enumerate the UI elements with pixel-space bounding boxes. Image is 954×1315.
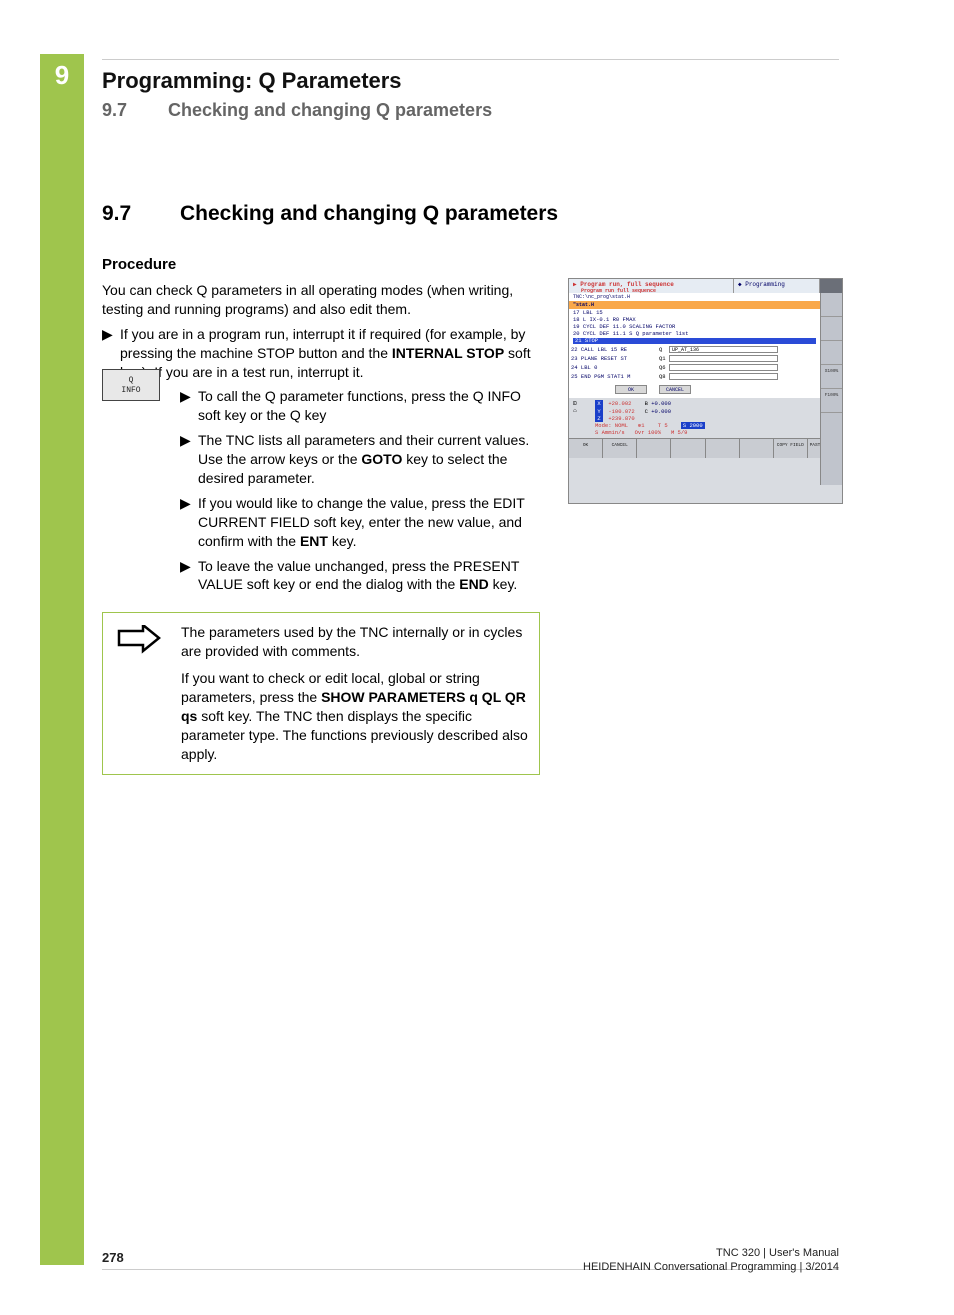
note-arrow-icon: [117, 625, 161, 655]
header-rule: [102, 59, 839, 60]
chapter-sidebar: [40, 54, 84, 1265]
ss-path: TNC:\nc_prog\stat.H: [569, 293, 820, 301]
section-heading-number: 9.7: [102, 202, 180, 226]
page-header: Programming: Q Parameters 9.7Checking an…: [102, 68, 894, 121]
procedure-heading: Procedure: [102, 256, 842, 273]
bullet-text: If you would like to change the value, p…: [198, 494, 535, 551]
bullet-item: ▶ If you are in a program run, interrupt…: [102, 325, 532, 382]
sub-bullet-block: ▶ To call the Q parameter functions, pre…: [180, 387, 535, 594]
ss-softkey: [740, 439, 774, 458]
ss-softkey-bar: OK CANCEL COPY FIELD PASTE FIELD: [569, 438, 842, 458]
section-running-head: 9.7Checking and changing Q parameters: [102, 100, 894, 121]
section-heading: 9.7Checking and changing Q parameters: [102, 202, 842, 226]
ss-cancel-button: CANCEL: [659, 385, 691, 394]
ss-sidebar-cell: F100%: [821, 389, 842, 413]
ss-ok-button: OK: [615, 385, 647, 394]
ss-dialog-buttons: OK CANCEL: [569, 381, 820, 398]
ss-sidebar: S100% F100%: [820, 293, 842, 485]
procedure-intro: You can check Q parameters in all operat…: [102, 281, 532, 319]
bullet-marker-icon: ▶: [180, 387, 198, 425]
ss-softkey: [706, 439, 740, 458]
ss-highlighted-line: 21 STOP: [573, 338, 816, 345]
bullet-marker-icon: ▶: [180, 431, 198, 488]
ss-softkey: [671, 439, 705, 458]
page-number: 278: [102, 1250, 124, 1265]
ss-title-left: ▶ Program run, full sequence Program run…: [569, 279, 734, 293]
ss-softkey: CANCEL: [603, 439, 637, 458]
bullet-text: If you are in a program run, interrupt i…: [120, 325, 532, 382]
bullet-item: ▶ To call the Q parameter functions, pre…: [180, 387, 535, 425]
section-number: 9.7: [102, 100, 168, 121]
ss-orange-bar: "stat.H: [569, 301, 820, 309]
bullet-marker-icon: ▶: [180, 557, 198, 595]
bullet-item: ▶ If you would like to change the value,…: [180, 494, 535, 551]
chapter-title: Programming: Q Parameters: [102, 68, 894, 94]
ss-coordinate-panel: ⊡⌂ X +20.002 B +0.000 Y -100.072 C +0.00…: [569, 398, 820, 438]
ss-corner-icon: [820, 279, 842, 293]
section-heading-title: Checking and changing Q parameters: [180, 202, 558, 225]
note-paragraph: If you want to check or edit local, glob…: [181, 669, 529, 763]
bullet-text: To call the Q parameter functions, press…: [198, 387, 535, 425]
ss-titlebar: ▶ Program run, full sequence Program run…: [569, 279, 842, 293]
ss-sidebar-cell: [821, 293, 842, 317]
section-title: Checking and changing Q parameters: [168, 100, 492, 120]
page-footer: 278 TNC 320 | User's Manual HEIDENHAIN C…: [102, 1250, 839, 1265]
ss-softkey: OK: [569, 439, 603, 458]
ss-sidebar-cell: S100%: [821, 365, 842, 389]
bullet-marker-icon: ▶: [180, 494, 198, 551]
footer-text: TNC 320 | User's Manual HEIDENHAIN Conve…: [583, 1246, 839, 1275]
control-screenshot: ▶ Program run, full sequence Program run…: [568, 278, 843, 504]
bullet-text: The TNC lists all parameters and their c…: [198, 431, 535, 488]
ss-code-block: 17 LBL 15 18 L IX-0.1 R0 FMAX 19 CYCL DE…: [569, 309, 820, 345]
note-paragraph: The parameters used by the TNC internall…: [181, 623, 529, 661]
q-info-softkey-icon: Q INFO: [102, 369, 160, 401]
chapter-number: 9: [40, 60, 84, 91]
bullet-text: To leave the value unchanged, press the …: [198, 557, 535, 595]
note-box: The parameters used by the TNC internall…: [102, 612, 540, 774]
bullet-item: ▶ To leave the value unchanged, press th…: [180, 557, 535, 595]
ss-mode-icons: ⊡⌂: [573, 400, 591, 436]
ss-param-rows: 22 CALL LBL 15 REQUP_AT_136 23 PLANE RES…: [569, 345, 820, 381]
ss-sidebar-cell: [821, 341, 842, 365]
bullet-item: ▶ The TNC lists all parameters and their…: [180, 431, 535, 488]
ss-softkey: [637, 439, 671, 458]
ss-title-right: ◆ Programming: [734, 279, 820, 293]
ss-sidebar-cell: [821, 317, 842, 341]
ss-softkey: COPY FIELD: [774, 439, 808, 458]
